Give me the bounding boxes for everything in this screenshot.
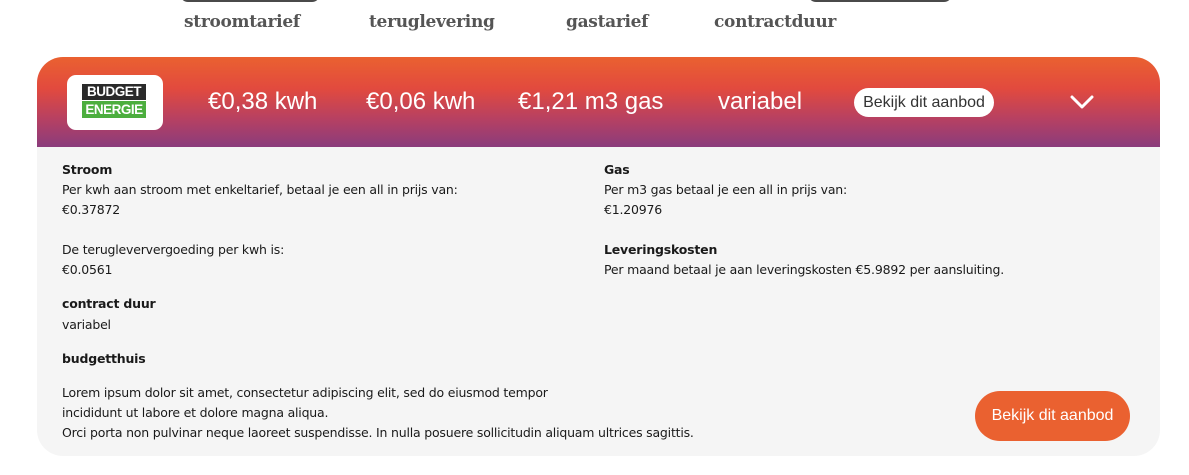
contract-duur-title: contract duur <box>62 296 156 311</box>
leveringskosten-description: Per maand betaal je aan leveringskosten … <box>604 262 1004 277</box>
contract-duur-value: variabel <box>62 317 111 332</box>
column-header-contractduur: contractduur <box>714 12 837 32</box>
provider-logo-line2: ENERGIE <box>82 101 146 118</box>
contract-type: variabel <box>718 88 803 115</box>
budgetthuis-line: Lorem ipsum dolor sit amet, consectetur … <box>62 385 548 400</box>
chevron-down-icon[interactable] <box>1070 93 1094 111</box>
stroom-description: Per kwh aan stroom met enkeltarief, beta… <box>62 182 458 197</box>
teruglevering-price: €0,06 kwh <box>366 88 476 115</box>
provider-logo: BUDGET ENERGIE <box>67 75 163 130</box>
leveringskosten-title: Leveringskosten <box>604 242 718 257</box>
budgetthuis-line: incididunt ut labore et dolore magna ali… <box>62 405 329 420</box>
budgetthuis-line: Orci porta non pulvinar neque laoreet su… <box>62 425 694 440</box>
offer-card-header[interactable]: BUDGET ENERGIE €0,38 kwh €0,06 kwh €1,21… <box>37 57 1160 147</box>
gas-value: €1.20976 <box>604 202 663 217</box>
provider-logo-line1: BUDGET <box>82 84 146 100</box>
teruglevering-value: €0.0561 <box>62 262 113 277</box>
stroom-price: €0,38 kwh <box>208 88 318 115</box>
column-header-teruglevering: teruglevering <box>369 12 495 32</box>
gas-title: Gas <box>604 162 630 177</box>
gas-description: Per m3 gas betaal je een all in prijs va… <box>604 182 848 197</box>
tab-indicator-left <box>180 0 320 2</box>
stroom-value: €0.37872 <box>62 202 121 217</box>
column-headers: stroomtarief teruglevering gastarief con… <box>0 12 1189 38</box>
budgetthuis-title: budgetthuis <box>62 351 146 366</box>
teruglevering-description: De terugleververgoeding per kwh is: <box>62 242 285 257</box>
tab-indicator-right <box>808 0 952 2</box>
gas-price: €1,21 m3 gas <box>518 88 664 115</box>
column-header-stroomtarief: stroomtarief <box>184 12 300 32</box>
stroom-title: Stroom <box>62 162 113 177</box>
column-header-gastarief: gastarief <box>566 12 649 32</box>
offer-card: BUDGET ENERGIE €0,38 kwh €0,06 kwh €1,21… <box>37 57 1160 456</box>
view-offer-footer-button[interactable]: Bekijk dit aanbod <box>975 391 1130 441</box>
view-offer-button[interactable]: Bekijk dit aanbod <box>854 88 994 117</box>
